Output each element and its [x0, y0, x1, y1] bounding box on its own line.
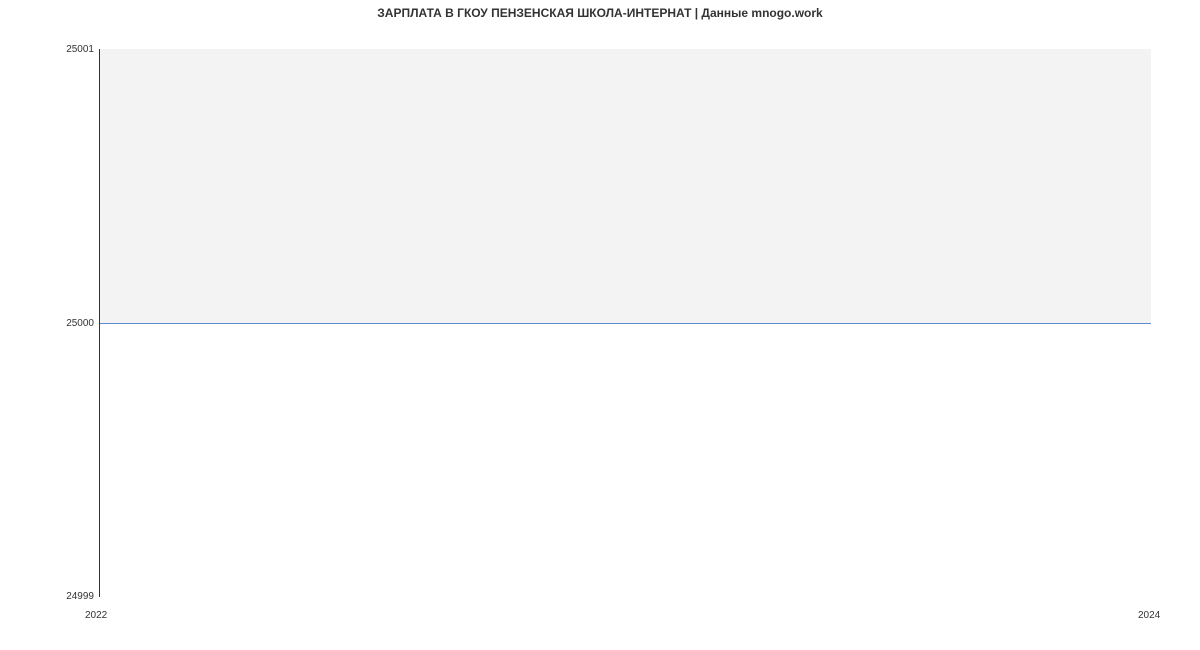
y-axis-tick-label: 24999 [34, 591, 94, 602]
plot-area [99, 49, 1151, 597]
chart-title: ЗАРПЛАТА В ГКОУ ПЕНЗЕНСКАЯ ШКОЛА-ИНТЕРНА… [0, 6, 1200, 20]
plot-background-upper [100, 49, 1151, 323]
x-axis-tick-label: 2022 [85, 610, 107, 621]
x-axis-tick-label: 2024 [1138, 610, 1160, 621]
data-line [100, 323, 1151, 324]
y-axis-tick-label: 25001 [34, 44, 94, 55]
plot-background-lower [100, 323, 1151, 597]
y-axis-tick-label: 25000 [34, 318, 94, 329]
chart-container: ЗАРПЛАТА В ГКОУ ПЕНЗЕНСКАЯ ШКОЛА-ИНТЕРНА… [0, 0, 1200, 650]
